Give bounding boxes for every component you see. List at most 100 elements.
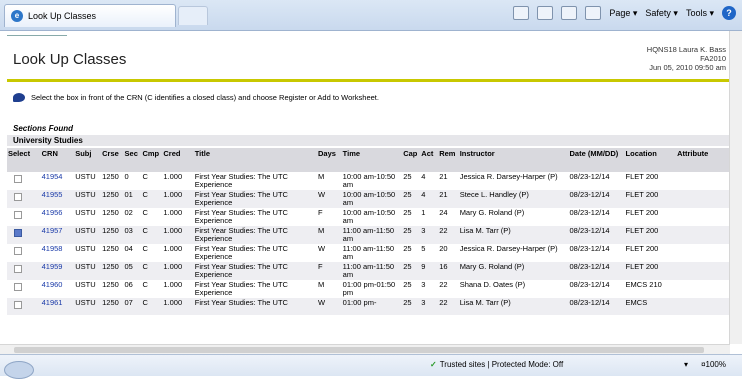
- column-header: Select: [7, 148, 41, 172]
- cell-date: 08/23-12/14: [568, 262, 625, 280]
- select-checkbox[interactable]: [14, 193, 22, 201]
- cell-cmp: C: [141, 280, 163, 298]
- feeds-icon[interactable]: [537, 6, 554, 20]
- column-header: Instructor: [458, 148, 569, 172]
- cell-location: FLET 200: [624, 226, 677, 244]
- select-checkbox[interactable]: [14, 229, 22, 237]
- cell-crn[interactable]: 41958: [40, 244, 75, 262]
- cell-rem: 16: [438, 262, 459, 280]
- cell-crn[interactable]: 41957: [40, 226, 75, 244]
- table-row: 41957 USTU 1250 03 C 1.000 First Year Studies:…: [7, 226, 730, 244]
- select-checkbox[interactable]: [14, 283, 22, 291]
- cell-rem: 22: [438, 226, 459, 244]
- cell-instructor: Shana D. Oates (P): [458, 280, 569, 298]
- cell-days: W: [317, 298, 342, 315]
- cell-instructor: Jessica R. Darsey-Harper (P): [458, 244, 569, 262]
- select-cell: [7, 190, 41, 208]
- cell-time: 01:00 pm-: [341, 298, 403, 315]
- cell-cap: 25: [402, 244, 421, 262]
- scroll-thumb[interactable]: [14, 347, 704, 353]
- cell-crn[interactable]: 41956: [40, 208, 75, 226]
- cell-cap: 25: [402, 280, 421, 298]
- column-header: Subj: [74, 148, 102, 172]
- security-zone-text: Trusted sites | Protected Mode: Off: [439, 360, 564, 369]
- cell-crn[interactable]: 41955: [40, 190, 75, 208]
- select-checkbox[interactable]: [14, 175, 22, 183]
- select-checkbox[interactable]: [14, 265, 22, 273]
- cropped-header: [7, 31, 67, 36]
- cell-crse: 1250: [101, 172, 124, 190]
- safety-menu[interactable]: Safety ▾: [645, 8, 678, 19]
- cell-crn[interactable]: 41959: [40, 262, 75, 280]
- cell-rem: 20: [438, 244, 459, 262]
- cell-crn[interactable]: 41961: [40, 298, 75, 315]
- zoom-menu[interactable]: ▾: [684, 360, 688, 369]
- select-cell: [7, 208, 41, 226]
- table-row: 41958 USTU 1250 04 C 1.000 First Year Studies:…: [7, 244, 730, 262]
- mail-icon[interactable]: [561, 6, 578, 20]
- cell-cap: 25: [402, 172, 421, 190]
- cell-cred: 1.000: [162, 262, 194, 280]
- help-icon[interactable]: ?: [722, 6, 736, 20]
- page-menu[interactable]: Page ▾: [609, 8, 637, 19]
- cell-attribute: [676, 208, 730, 226]
- select-checkbox[interactable]: [14, 211, 22, 219]
- cell-sec: 05: [123, 262, 142, 280]
- column-header: Cmp: [141, 148, 163, 172]
- cell-date: 08/23-12/14: [568, 208, 625, 226]
- print-icon[interactable]: [585, 6, 602, 20]
- table-row: 41959 USTU 1250 05 C 1.000 First Year Studies:…: [7, 262, 730, 280]
- new-tab-button[interactable]: [178, 6, 208, 25]
- check-icon: ✓: [430, 360, 437, 369]
- select-cell: [7, 172, 41, 190]
- cell-act: 4: [420, 190, 439, 208]
- info-icon: [13, 93, 25, 102]
- browser-tab[interactable]: e Look Up Classes: [4, 4, 176, 27]
- table-row: 41960 USTU 1250 06 C 1.000 First Year Studies:…: [7, 280, 730, 298]
- cell-sec: 0: [123, 172, 142, 190]
- cell-time: 01:00 pm-01:50 pm: [341, 280, 403, 298]
- cell-crse: 1250: [101, 280, 124, 298]
- cell-cap: 25: [402, 262, 421, 280]
- table-row: 41956 USTU 1250 02 C 1.000 First Year Studies:…: [7, 208, 730, 226]
- cell-crse: 1250: [101, 262, 124, 280]
- cell-location: FLET 200: [624, 208, 677, 226]
- table-body: 41954 USTU 1250 0 C 1.000 First Year Studies: …: [7, 172, 730, 315]
- cell-title: First Year Studies: The UTC Experience: [193, 262, 318, 280]
- cell-location: EMCS 210: [624, 280, 677, 298]
- home-icon[interactable]: [513, 6, 530, 20]
- title-divider: [7, 79, 730, 82]
- browser-tab-bar: e Look Up Classes Page ▾ Safety ▾ Tools …: [0, 0, 742, 31]
- cell-subj: USTU: [74, 190, 102, 208]
- cell-location: EMCS: [624, 298, 677, 315]
- cell-days: F: [317, 262, 342, 280]
- cell-subj: USTU: [74, 262, 102, 280]
- cell-crn[interactable]: 41954: [40, 172, 75, 190]
- cell-sec: 07: [123, 298, 142, 315]
- group-heading: University Studies: [7, 135, 730, 146]
- cell-cmp: C: [141, 172, 163, 190]
- page-title: Look Up Classes: [13, 51, 127, 68]
- cell-instructor: Lisa M. Tarr (P): [458, 226, 569, 244]
- cell-cmp: C: [141, 226, 163, 244]
- tab-title: Look Up Classes: [28, 11, 97, 21]
- cell-rem: 22: [438, 298, 459, 315]
- user-name: HQNS18 Laura K. Bass: [646, 45, 726, 54]
- cell-days: F: [317, 208, 342, 226]
- tools-menu[interactable]: Tools ▾: [686, 8, 714, 19]
- zoom-level[interactable]: ¤100%: [701, 360, 726, 369]
- vertical-scrollbar[interactable]: [729, 31, 742, 344]
- column-header: Date (MM/DD): [568, 148, 625, 172]
- select-checkbox[interactable]: [14, 301, 22, 309]
- cell-date: 08/23-12/14: [568, 190, 625, 208]
- cell-sec: 06: [123, 280, 142, 298]
- cell-cap: 25: [402, 298, 421, 315]
- cell-sec: 03: [123, 226, 142, 244]
- select-cell: [7, 262, 41, 280]
- column-header: Crse: [101, 148, 124, 172]
- cell-time: 11:00 am-11:50 am: [341, 226, 403, 244]
- cell-crn[interactable]: 41960: [40, 280, 75, 298]
- cell-title: First Year Studies: The UTC Experience: [193, 208, 318, 226]
- column-header: Title: [193, 148, 318, 172]
- select-checkbox[interactable]: [14, 247, 22, 255]
